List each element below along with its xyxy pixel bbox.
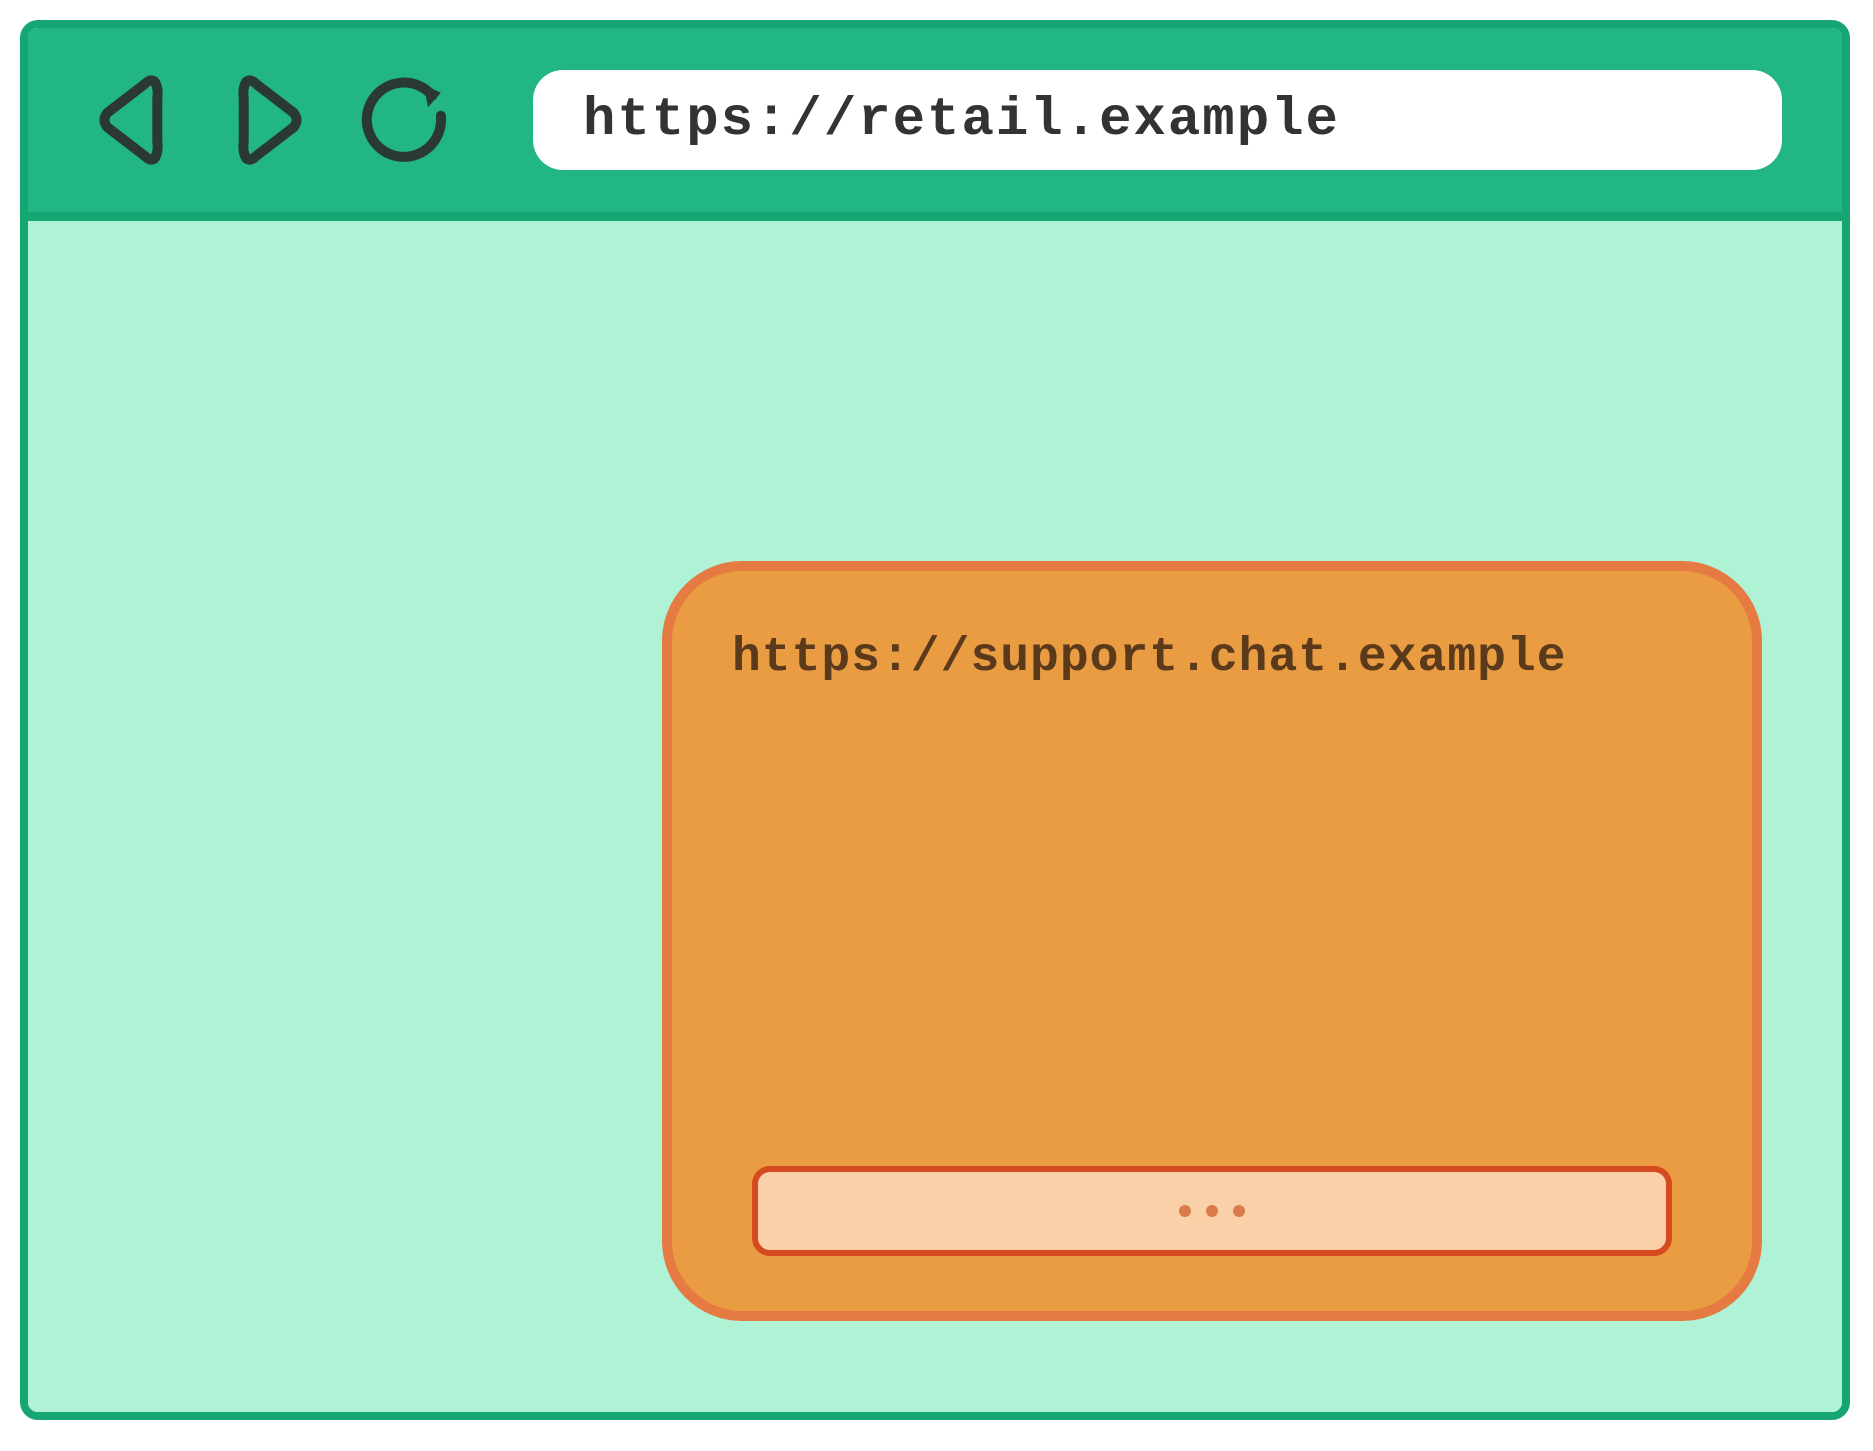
browser-window: https://retail.example https://support.c… (20, 20, 1850, 1420)
chat-widget: https://support.chat.example (662, 561, 1762, 1321)
forward-button[interactable] (223, 70, 313, 170)
back-icon (88, 70, 178, 170)
typing-indicator-icon (1179, 1205, 1245, 1217)
chat-input[interactable] (752, 1166, 1672, 1256)
browser-toolbar: https://retail.example (28, 28, 1842, 218)
chat-iframe-url: https://support.chat.example (732, 631, 1692, 685)
back-button[interactable] (88, 70, 178, 170)
forward-icon (223, 70, 313, 170)
url-bar[interactable]: https://retail.example (533, 70, 1782, 170)
reload-icon (358, 70, 458, 170)
url-text: https://retail.example (583, 90, 1340, 151)
page-content: https://support.chat.example (28, 218, 1842, 1412)
reload-button[interactable] (358, 70, 458, 170)
